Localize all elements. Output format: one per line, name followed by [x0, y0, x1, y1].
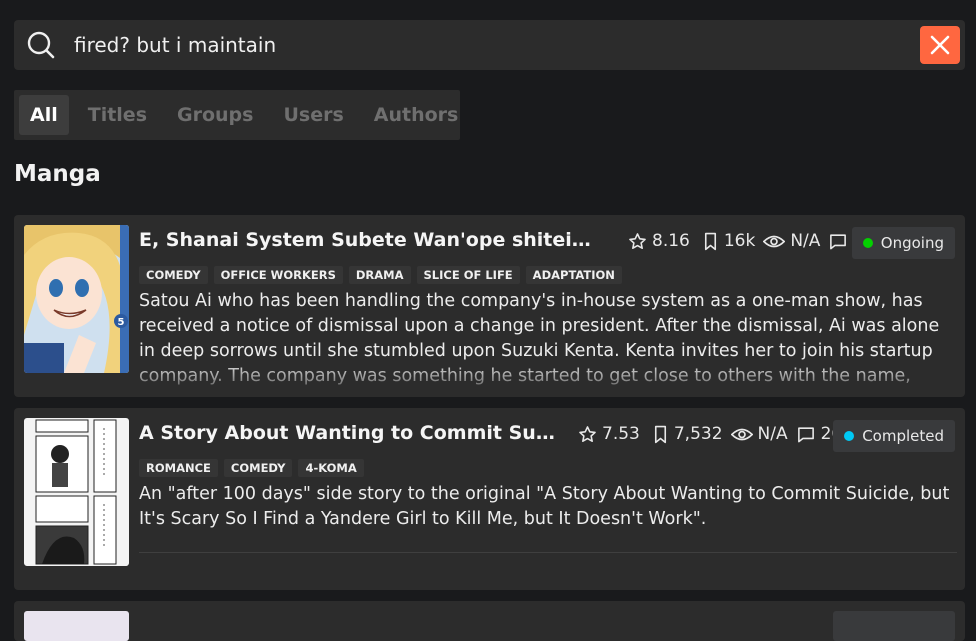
views-value: N/A — [790, 231, 821, 251]
bookmark-icon — [654, 425, 666, 443]
tag[interactable]: ADAPTATION — [525, 266, 622, 284]
star-icon — [579, 425, 596, 442]
rating-value: 8.16 — [652, 231, 690, 251]
tab-authors[interactable]: Authors — [359, 95, 474, 135]
status-dot — [844, 431, 855, 441]
manga-title[interactable]: A Story About Wanting to Commit Suici... — [139, 422, 559, 444]
volume-badge: 5 — [118, 317, 125, 328]
eye-icon — [730, 428, 753, 440]
description-fade — [139, 361, 957, 397]
manga-cover-image[interactable] — [24, 418, 129, 566]
bookmark-icon — [704, 232, 716, 250]
section-title: Manga — [14, 161, 101, 187]
tab-users[interactable]: Users — [268, 95, 358, 135]
manga-result-card[interactable]: 5 E, Shanai System Subete Wan'ope shitei… — [14, 215, 965, 397]
tag[interactable]: COMEDY — [139, 266, 208, 284]
search-input[interactable] — [70, 29, 918, 61]
divider — [139, 552, 957, 553]
manga-cover-image[interactable] — [24, 611, 129, 641]
manga-stats: 7.53 7,532 N/A 26 — [570, 424, 842, 444]
status-badge — [833, 611, 955, 641]
status-label: Ongoing — [880, 234, 944, 252]
comment-icon — [830, 233, 847, 249]
tag[interactable]: OFFICE WORKERS — [213, 266, 343, 284]
tag-list: COMEDY OFFICE WORKERS DRAMA SLICE OF LIF… — [139, 266, 628, 284]
views-value: N/A — [757, 424, 788, 444]
tag[interactable]: 4-KOMA — [298, 459, 364, 477]
manga-result-card[interactable] — [14, 601, 965, 641]
tag[interactable]: ROMANCE — [139, 459, 218, 477]
search-category-tabs: All Titles Groups Users Authors — [14, 90, 460, 140]
follows-stat: 7,532 — [652, 424, 723, 444]
tab-groups[interactable]: Groups — [162, 95, 268, 135]
clear-search-button[interactable] — [920, 26, 960, 64]
follows-value: 16k — [723, 231, 756, 251]
manga-stats: 8.16 16k N/A 41 — [620, 231, 875, 251]
close-icon — [930, 35, 950, 55]
tag[interactable]: COMEDY — [223, 459, 293, 477]
search-bar — [14, 20, 965, 70]
status-dot — [862, 238, 873, 248]
views-stat: N/A — [730, 424, 788, 444]
tab-titles[interactable]: Titles — [73, 95, 162, 135]
manga-cover-image[interactable]: 5 — [24, 225, 129, 373]
manga-title[interactable]: E, Shanai System Subete Wan'ope shiteiru… — [139, 229, 594, 251]
follows-stat: 16k — [702, 231, 755, 251]
views-stat: N/A — [763, 231, 820, 251]
rating-value: 7.53 — [602, 424, 640, 444]
comment-icon — [797, 426, 814, 442]
tag[interactable]: SLICE OF LIFE — [416, 266, 520, 284]
tag-list: ROMANCE COMEDY 4-KOMA — [139, 459, 370, 477]
rating-stat: 7.53 — [578, 424, 640, 444]
tag[interactable]: DRAMA — [348, 266, 411, 284]
tab-all[interactable]: All — [19, 95, 69, 135]
follows-value: 7,532 — [673, 424, 723, 444]
search-icon[interactable] — [26, 30, 56, 60]
status-badge: Completed — [833, 420, 955, 452]
star-icon — [629, 232, 646, 249]
status-label: Completed — [862, 427, 944, 445]
manga-description: An "after 100 days" side story to the or… — [139, 484, 950, 529]
manga-result-card[interactable]: A Story About Wanting to Commit Suici...… — [14, 408, 965, 590]
rating-stat: 8.16 — [628, 231, 690, 251]
status-badge: Ongoing — [851, 227, 955, 259]
eye-icon — [763, 235, 786, 247]
